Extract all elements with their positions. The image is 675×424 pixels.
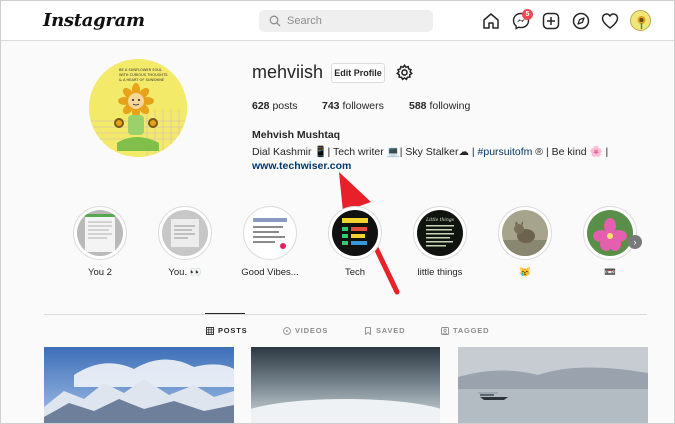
profile-username: mehviish [252,62,324,82]
sunflower-avatar-icon [637,16,646,29]
bio-hashtag-link[interactable]: #pursuitofm [478,146,533,158]
svg-text:BE A SUNFLOWER SOUL: BE A SUNFLOWER SOUL [119,68,162,72]
instagram-logo[interactable]: Instagram [43,10,145,31]
svg-text:& A HEART OF SUNSHINE: & A HEART OF SUNSHINE [119,78,165,82]
profile-avatar[interactable] [630,10,651,31]
highlight-thumbnail [587,210,633,256]
tab-videos[interactable]: VIDEOS [283,326,328,335]
mountain-landscape-image [44,347,234,423]
active-tab-indicator [205,313,245,314]
bio-text: Dial Kashmir 📱| Tech writer 💻| Sky Stalk… [252,146,478,158]
notification-badge: 5 [522,9,533,20]
highlights-next-chevron-icon[interactable]: › [628,235,642,249]
instagram-profile-page: Instagram 5 [0,0,675,424]
profile-picture[interactable]: BE A SUNFLOWER SOUL WITH CURIOUS THOUGHT… [89,59,187,157]
tab-saved[interactable]: SAVED [364,326,405,335]
tab-label: SAVED [376,326,406,335]
search-box[interactable] [259,10,433,32]
highlight-ring [583,206,637,260]
post-thumbnail[interactable] [251,347,440,423]
edit-profile-button[interactable]: Edit Profile [331,63,385,83]
highlight-ring [498,206,552,260]
highlight-label: 📼 [604,267,616,278]
tab-posts[interactable]: POSTS [206,326,247,335]
explore-icon[interactable] [572,12,590,30]
highlight-thumbnail [247,210,293,256]
highlight-item[interactable]: You 2 [67,206,133,278]
profile-bio: Dial Kashmir 📱| Tech writer 💻| Sky Stalk… [252,145,608,158]
profile-full-name: Mehvish Mushtaq [252,129,341,141]
highlight-ring: Little things [413,206,467,260]
highlight-item[interactable]: Little things little things [407,206,473,278]
svg-text:WITH CURIOUS THOUGHTS: WITH CURIOUS THOUGHTS [119,73,168,77]
tab-label: POSTS [218,326,248,335]
settings-gear-icon[interactable] [396,64,413,81]
sunflower-illustration: BE A SUNFLOWER SOUL WITH CURIOUS THOUGHT… [89,59,187,157]
highlight-label: You 2 [88,267,112,278]
highlight-label: You. 👀 [168,267,202,278]
highlight-label: 😿 [519,267,531,278]
tab-label: VIDEOS [295,326,329,335]
highlight-ring [73,206,127,260]
tab-label: TAGGED [453,326,490,335]
highlight-label: Tech [344,267,366,278]
tag-person-icon [441,326,449,335]
home-icon[interactable] [482,12,500,30]
highlight-ring [328,206,382,260]
highlight-label: little things [417,267,463,278]
search-input[interactable] [287,13,427,29]
following-count[interactable]: 588 following [409,100,470,112]
video-play-icon [283,326,291,335]
snow-blur-image [251,347,440,423]
search-icon [269,15,281,27]
lake-boat-image [458,347,648,423]
post-thumbnail[interactable] [44,347,234,423]
posts-count: 628 posts [252,100,298,112]
highlight-label: Good Vibes... [241,267,299,278]
highlight-thumbnail [502,210,548,256]
highlight-ring [243,206,297,260]
highlight-thumbnail [332,210,378,256]
highlight-item[interactable]: Good Vibes... [237,206,303,278]
highlight-item[interactable]: You. 👀 [152,206,218,278]
highlight-thumbnail [162,210,208,256]
activity-heart-icon[interactable] [601,12,619,30]
highlight-item[interactable]: Tech [322,206,388,278]
grid-icon [206,326,214,335]
highlight-ring [158,206,212,260]
new-post-icon[interactable] [542,12,560,30]
highlight-item[interactable]: 😿 [492,206,558,278]
tabs-divider [44,314,647,315]
bookmark-icon [365,326,371,335]
highlight-thumbnail [77,210,123,256]
svg-text:Little things: Little things [425,217,455,223]
bio-text-end: ® | Be kind 🌸 | [532,146,609,158]
tab-tagged[interactable]: TAGGED [441,326,489,335]
post-thumbnail[interactable] [458,347,648,423]
top-navigation-bar: Instagram 5 [1,1,674,41]
followers-count[interactable]: 743 followers [322,100,384,112]
highlight-thumbnail: Little things [417,210,463,256]
